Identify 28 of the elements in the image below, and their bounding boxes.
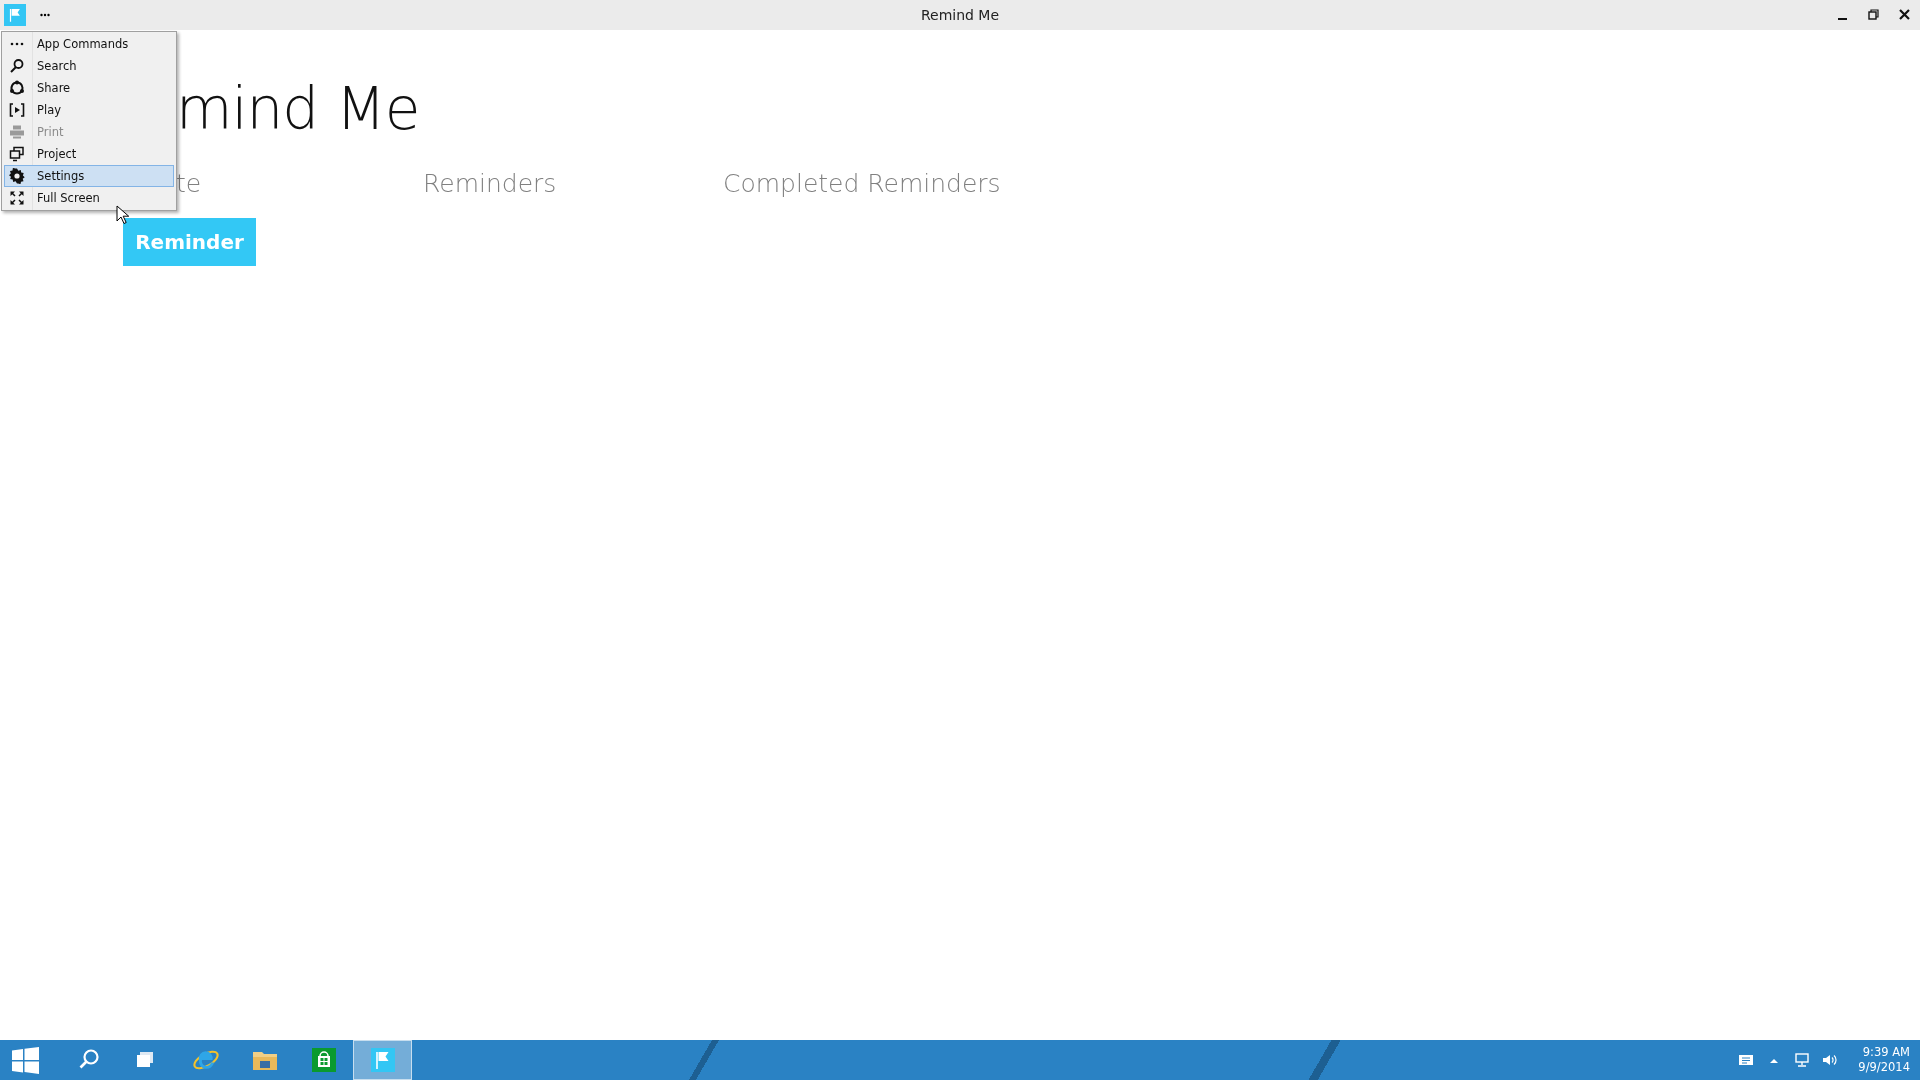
monitor-icon — [9, 146, 25, 162]
search-icon — [9, 58, 25, 74]
speaker-icon[interactable] — [1822, 1052, 1839, 1068]
menu-item[interactable]: Full Screen — [4, 187, 174, 209]
expand-icon — [9, 190, 25, 206]
pivot-tab[interactable]: Completed Reminders — [723, 168, 1001, 200]
pivot-tab[interactable]: Reminders — [423, 168, 557, 200]
printer-icon — [9, 124, 25, 140]
menu-item[interactable]: Play — [4, 99, 174, 121]
windows-logo-icon — [11, 1046, 39, 1074]
menu-item[interactable]: App Commands — [4, 33, 174, 55]
play-icon — [9, 102, 25, 118]
clock-date[interactable]: 9/9/2014 — [1858, 1060, 1910, 1075]
menu-item[interactable]: Settings — [4, 165, 174, 187]
menu-item[interactable]: Search — [4, 55, 174, 77]
clock-time[interactable]: 9:39 AM — [1862, 1045, 1910, 1060]
page-heading: mind Me — [176, 74, 420, 144]
menu-item[interactable]: Project — [4, 143, 174, 165]
window-title: Remind Me — [920, 7, 1000, 23]
message-icon[interactable] — [1738, 1052, 1755, 1068]
more-icon[interactable] — [40, 13, 50, 17]
gear-icon — [9, 168, 25, 184]
taskbar-flag-button[interactable] — [353, 1040, 412, 1080]
cursor-icon — [116, 205, 129, 225]
menu-item[interactable]: Share — [4, 77, 174, 99]
pivot-tab[interactable]: te — [176, 168, 202, 200]
network-icon[interactable] — [1794, 1052, 1811, 1068]
share-icon — [9, 80, 25, 96]
